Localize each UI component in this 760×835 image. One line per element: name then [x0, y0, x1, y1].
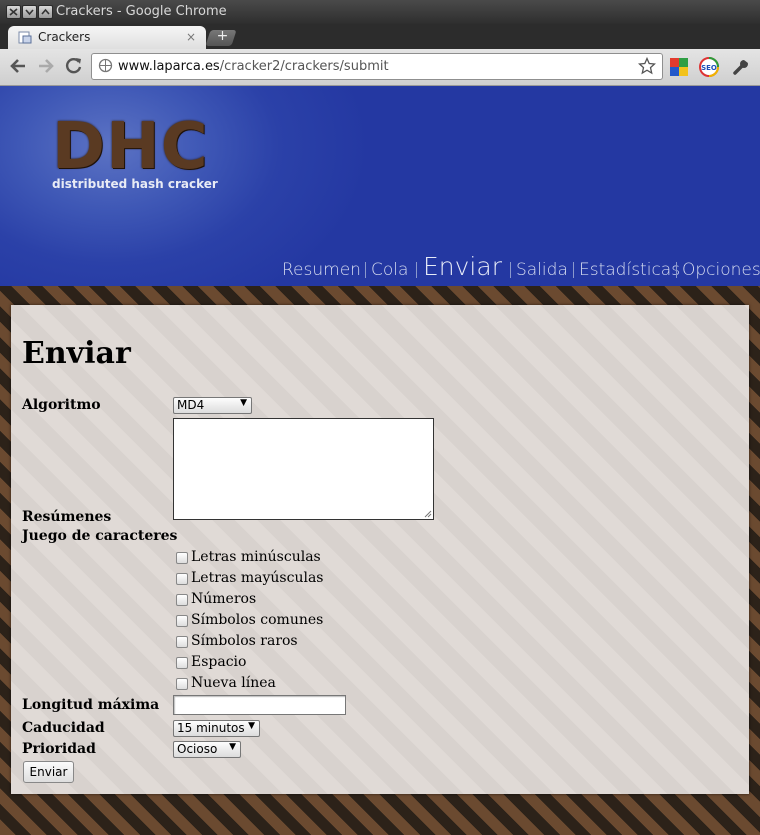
- checkbox-label: Nueva línea: [191, 675, 276, 691]
- nav-cola[interactable]: Cola: [371, 260, 408, 280]
- charset-label: Juego de caracteres: [22, 528, 178, 544]
- nav-resumen[interactable]: Resumen: [282, 260, 361, 280]
- max-length-input[interactable]: [173, 695, 346, 715]
- page-title: Enviar: [22, 336, 131, 371]
- dropdown-arrow-icon: ▼: [229, 742, 236, 752]
- tab-title: Crackers: [38, 30, 91, 44]
- hashes-label: Resúmenes: [22, 509, 112, 525]
- bookmark-star-icon[interactable]: [638, 57, 656, 75]
- reload-icon[interactable]: [63, 55, 85, 77]
- plus-icon: +: [216, 28, 229, 44]
- checkbox-label: Espacio: [191, 654, 247, 670]
- nav-separator: [573, 262, 574, 278]
- expiry-select-value: 15 minutos: [177, 721, 245, 735]
- url-host: www.laparca.es: [118, 59, 220, 74]
- nav-estadisticas[interactable]: Estadísticas: [579, 260, 680, 280]
- resize-grip-icon[interactable]: [424, 510, 432, 518]
- checkbox[interactable]: [176, 615, 188, 627]
- expiry-select[interactable]: 15 minutos ▼: [173, 720, 260, 737]
- checkbox-label: Símbolos comunes: [191, 612, 324, 628]
- algorithm-select[interactable]: MD4 ▼: [173, 397, 252, 414]
- hashes-textarea[interactable]: [173, 418, 434, 520]
- max-length-label: Longitud máxima: [22, 697, 160, 713]
- window-titlebar: Crackers - Google Chrome: [0, 0, 760, 24]
- checkbox[interactable]: [176, 636, 188, 648]
- site-subtitle: distributed hash cracker: [52, 177, 218, 191]
- nav-separator: [510, 262, 511, 278]
- checkbox[interactable]: [176, 594, 188, 606]
- window-title: Crackers - Google Chrome: [56, 4, 227, 19]
- nav-enviar[interactable]: Enviar: [423, 252, 502, 281]
- close-window-button[interactable]: [6, 5, 21, 19]
- wrench-icon[interactable]: [731, 57, 751, 77]
- page-favicon-icon: [18, 31, 32, 44]
- url-path: /cracker2/crackers/submit: [219, 59, 389, 74]
- algorithm-select-value: MD4: [177, 398, 205, 412]
- back-icon[interactable]: [7, 55, 29, 77]
- tab-close-icon[interactable]: ×: [186, 30, 196, 44]
- address-bar[interactable]: www.laparca.es/cracker2/crackers/submit: [91, 53, 663, 80]
- dropdown-arrow-icon: ▼: [248, 721, 255, 731]
- content-panel: [11, 305, 749, 794]
- submit-button[interactable]: Enviar: [23, 761, 74, 783]
- minimize-window-button[interactable]: [22, 5, 37, 19]
- nav-separator: [676, 262, 677, 278]
- chevron-down-icon: [25, 9, 34, 16]
- priority-select[interactable]: Ocioso ▼: [173, 741, 241, 758]
- checkbox-label: Letras minúsculas: [191, 549, 321, 565]
- forward-icon[interactable]: [35, 55, 57, 77]
- priority-select-value: Ocioso: [177, 742, 218, 756]
- url-text: www.laparca.es/cracker2/crackers/submit: [118, 59, 389, 74]
- checkbox-label: Números: [191, 591, 257, 607]
- close-icon: [9, 8, 18, 16]
- seo-extension-icon[interactable]: SEO: [699, 57, 719, 77]
- checkbox[interactable]: [176, 657, 188, 669]
- site-logo[interactable]: DHC: [52, 110, 209, 184]
- checkbox-label: Símbolos raros: [191, 633, 298, 649]
- checkbox-label: Letras mayúsculas: [191, 570, 324, 586]
- nav-salida[interactable]: Salida: [516, 260, 568, 280]
- dropdown-arrow-icon: ▼: [240, 398, 247, 408]
- checkbox[interactable]: [176, 573, 188, 585]
- maximize-window-button[interactable]: [38, 5, 53, 19]
- nav-opciones[interactable]: Opciones: [682, 260, 760, 280]
- new-tab-button[interactable]: +: [205, 28, 237, 46]
- seo-label: SEO: [701, 64, 717, 72]
- checkbox[interactable]: [176, 552, 188, 564]
- chevron-up-icon: [41, 8, 50, 15]
- browser-toolbar: www.laparca.es/cracker2/crackers/submit …: [0, 49, 760, 86]
- expiry-label: Caducidad: [22, 720, 105, 736]
- colored-squares-extension-icon[interactable]: [669, 57, 689, 77]
- tab-crackers[interactable]: Crackers ×: [8, 26, 206, 50]
- nav-separator: [416, 262, 417, 278]
- algorithm-label: Algoritmo: [22, 397, 101, 413]
- nav-separator: [365, 262, 366, 278]
- checkbox[interactable]: [176, 678, 188, 690]
- priority-label: Prioridad: [22, 741, 96, 757]
- globe-icon: [98, 58, 113, 73]
- tab-strip: Crackers × +: [0, 24, 760, 50]
